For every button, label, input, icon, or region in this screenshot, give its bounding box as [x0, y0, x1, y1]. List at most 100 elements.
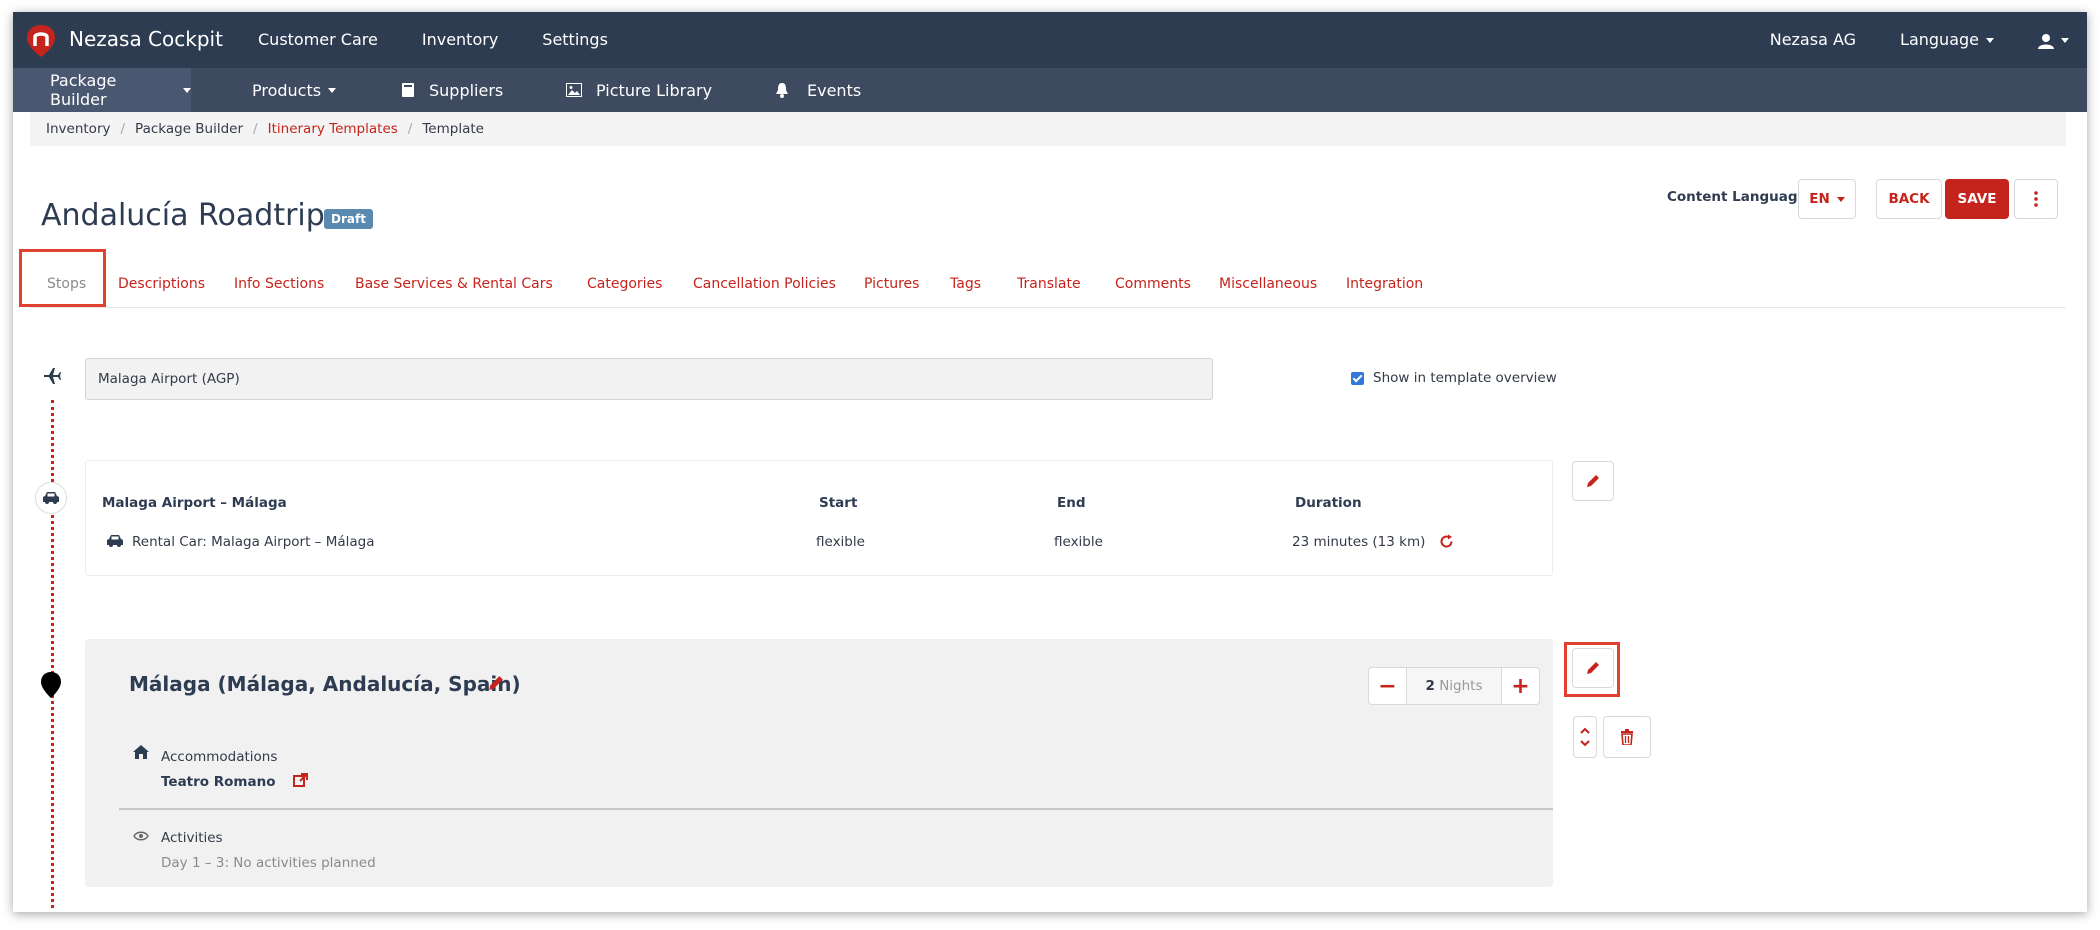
show-in-overview-checkbox[interactable] — [1351, 371, 1364, 385]
breadcrumb: Inventory / Package Builder / Itinerary … — [30, 112, 2066, 146]
trash-icon — [1621, 729, 1633, 745]
brand-title[interactable]: Nezasa Cockpit — [69, 27, 223, 51]
more-options-button[interactable] — [2014, 179, 2058, 219]
nav-inventory[interactable]: Inventory — [422, 30, 498, 49]
nights-value: 2 — [1425, 678, 1435, 694]
tab-miscellaneous[interactable]: Miscellaneous — [1219, 276, 1317, 292]
origin-input[interactable]: Malaga Airport (AGP) — [85, 358, 1213, 400]
tab-base-services[interactable]: Base Services & Rental Cars — [355, 276, 553, 292]
col-duration-header: Duration — [1295, 495, 1362, 511]
tab-comments[interactable]: Comments — [1115, 276, 1191, 292]
app-window: Nezasa Cockpit Customer Care Inventory S… — [13, 12, 2087, 912]
caret-down-icon — [1836, 196, 1845, 202]
tab-info-sections[interactable]: Info Sections — [234, 276, 324, 292]
breadcrumb-separator: / — [407, 121, 413, 137]
caret-down-icon — [2061, 38, 2069, 43]
subnav-events-label: Events — [807, 80, 862, 100]
subnav-picture-library-label: Picture Library — [596, 80, 713, 100]
show-in-overview-toggle[interactable]: Show in template overview — [1351, 370, 1557, 386]
decrease-nights-button[interactable]: − — [1369, 668, 1407, 704]
breadcrumb-itinerary-templates[interactable]: Itinerary Templates — [268, 121, 398, 137]
breadcrumb-template: Template — [422, 121, 484, 137]
top-navbar: Nezasa Cockpit Customer Care Inventory S… — [13, 12, 2087, 68]
transfer-start: flexible — [816, 534, 865, 550]
sub-navbar: Package Builder Products Suppliers Pictu… — [13, 68, 2087, 112]
nav-settings[interactable]: Settings — [542, 30, 608, 49]
stop-title: Málaga (Málaga, Andalucía, Spain) — [129, 672, 521, 696]
language-select[interactable]: EN — [1798, 179, 1856, 219]
accommodation-name[interactable]: Teatro Romano — [161, 774, 276, 790]
show-in-overview-label: Show in template overview — [1373, 370, 1557, 386]
tab-pictures[interactable]: Pictures — [864, 276, 919, 292]
subnav-events[interactable]: Events — [775, 68, 861, 112]
company-name[interactable]: Nezasa AG — [1770, 30, 1856, 49]
nights-label: Nights — [1439, 678, 1483, 694]
page-title: Andalucía Roadtrip — [41, 198, 325, 233]
tab-integration[interactable]: Integration — [1346, 276, 1423, 292]
section-divider — [119, 808, 1553, 810]
tab-descriptions[interactable]: Descriptions — [118, 276, 205, 292]
subnav-suppliers[interactable]: Suppliers — [401, 68, 503, 112]
accommodations-label: Accommodations — [161, 749, 278, 765]
transfer-duration: 23 minutes (13 km) — [1292, 534, 1426, 550]
subnav-package-builder[interactable]: Package Builder — [13, 68, 191, 112]
subnav-picture-library[interactable]: Picture Library — [566, 68, 712, 112]
top-nav: Customer Care Inventory Settings — [258, 30, 652, 49]
chevron-down-icon[interactable] — [1580, 740, 1590, 747]
status-badge: Draft — [324, 209, 373, 229]
activities-text: Day 1 – 3: No activities planned — [161, 855, 376, 871]
car-marker — [35, 482, 67, 514]
external-link-icon[interactable] — [293, 773, 308, 788]
itinerary-timeline — [51, 400, 54, 912]
bell-icon — [776, 83, 788, 98]
airplane-icon — [44, 368, 61, 384]
picture-icon — [566, 83, 582, 97]
language-menu-label: Language — [1900, 30, 1979, 49]
subnav-products[interactable]: Products — [252, 68, 337, 112]
vertical-dots-icon — [2034, 191, 2038, 207]
tab-tags[interactable]: Tags — [950, 276, 981, 292]
origin-input-value: Malaga Airport (AGP) — [98, 371, 240, 387]
pencil-icon[interactable] — [488, 675, 504, 691]
stop-card: Málaga (Málaga, Andalucía, Spain) − 2 Ni… — [85, 639, 1553, 887]
subnav-package-builder-label: Package Builder — [50, 71, 117, 109]
increase-nights-button[interactable]: + — [1501, 668, 1539, 704]
col-start-header: Start — [819, 495, 858, 511]
nights-stepper: − 2 Nights + — [1368, 667, 1540, 705]
car-icon — [43, 492, 59, 504]
user-menu[interactable] — [2038, 30, 2069, 49]
highlight-box-stops-tab — [19, 249, 106, 307]
top-right-menu: Nezasa AG Language — [1726, 30, 2069, 49]
language-menu[interactable]: Language — [1900, 30, 1994, 49]
subnav-products-label: Products — [252, 80, 322, 100]
edit-transfer-button[interactable] — [1572, 461, 1614, 501]
breadcrumb-separator: / — [253, 121, 258, 137]
tab-cancellation-policies[interactable]: Cancellation Policies — [693, 276, 836, 292]
car-icon — [107, 535, 123, 547]
reorder-stop-buttons — [1573, 716, 1597, 758]
activities-label: Activities — [161, 830, 223, 846]
subnav-suppliers-label: Suppliers — [429, 80, 504, 100]
transfer-service: Rental Car: Malaga Airport – Málaga — [132, 534, 375, 550]
location-pin-icon — [41, 672, 61, 698]
transfer-route: Malaga Airport – Málaga — [102, 495, 287, 511]
nav-customer-care[interactable]: Customer Care — [258, 30, 378, 49]
eye-icon — [133, 831, 149, 841]
breadcrumb-separator: / — [120, 121, 126, 137]
pencil-icon — [1587, 475, 1599, 487]
book-icon — [402, 83, 414, 97]
save-button[interactable]: SAVE — [1945, 179, 2009, 219]
delete-stop-button[interactable] — [1603, 716, 1651, 758]
breadcrumb-package-builder[interactable]: Package Builder — [135, 121, 243, 137]
tab-translate[interactable]: Translate — [1017, 276, 1081, 292]
breadcrumb-inventory[interactable]: Inventory — [46, 121, 110, 137]
nezasa-logo-icon[interactable] — [25, 24, 57, 58]
back-button[interactable]: BACK — [1876, 179, 1942, 219]
chevron-up-icon[interactable] — [1580, 727, 1590, 734]
tab-categories[interactable]: Categories — [587, 276, 662, 292]
col-end-header: End — [1057, 495, 1086, 511]
refresh-icon[interactable] — [1439, 534, 1454, 549]
transfer-card: Malaga Airport – Málaga Start End Durati… — [85, 460, 1553, 576]
nights-display: 2 Nights — [1407, 668, 1501, 704]
caret-down-icon — [328, 87, 337, 93]
